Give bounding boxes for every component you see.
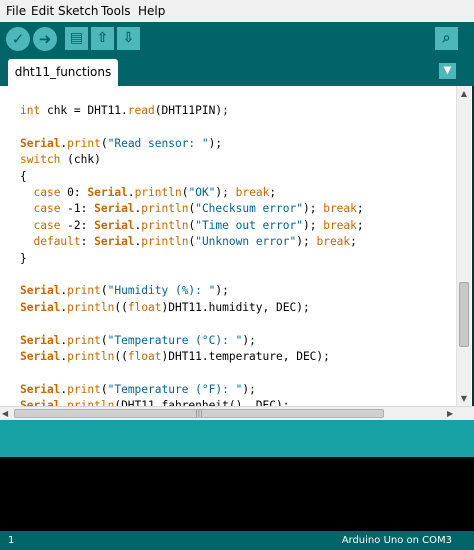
status-bar: 1 Arduino Uno on COM3 bbox=[0, 531, 474, 550]
code-editor[interactable]: int chk = DHT11.read(DHT11PIN); Serial.p… bbox=[0, 86, 474, 406]
menu-bar: File Edit Sketch Tools Help bbox=[0, 0, 474, 23]
scroll-right-arrow-icon[interactable]: ▶ bbox=[447, 407, 453, 420]
console-output[interactable] bbox=[0, 457, 474, 531]
scroll-down-arrow-icon[interactable]: ▼ bbox=[457, 391, 471, 406]
open-sketch-button[interactable]: ⇧ bbox=[91, 27, 114, 50]
tab-menu-chevron-down-icon[interactable]: ▼ bbox=[439, 63, 456, 79]
upload-button[interactable]: ➜ bbox=[33, 27, 57, 51]
menu-tools[interactable]: Tools bbox=[101, 4, 131, 18]
horizontal-scroll-thumb[interactable]: ||| bbox=[14, 409, 384, 418]
scroll-left-arrow-icon[interactable]: ◀ bbox=[2, 407, 8, 420]
scroll-up-arrow-icon[interactable]: ▲ bbox=[457, 86, 471, 101]
verify-button[interactable]: ✓ bbox=[6, 27, 30, 51]
line-number: 1 bbox=[8, 535, 15, 546]
toolbar: ✓ ➜ ▤ ⇧ ⇩ ⌕ bbox=[0, 22, 474, 57]
vertical-scroll-thumb[interactable] bbox=[459, 282, 469, 347]
new-sketch-button[interactable]: ▤ bbox=[65, 27, 88, 50]
vertical-scrollbar[interactable]: ▲ ▼ bbox=[456, 86, 471, 406]
menu-edit[interactable]: Edit bbox=[31, 4, 54, 18]
menu-file[interactable]: File bbox=[6, 4, 26, 18]
menu-sketch[interactable]: Sketch bbox=[58, 4, 98, 18]
horizontal-scrollbar[interactable]: ◀ ||| ▶ bbox=[0, 406, 474, 420]
message-area bbox=[0, 420, 474, 457]
tab-row: dht11_functions ▼ bbox=[0, 57, 474, 86]
save-sketch-button[interactable]: ⇩ bbox=[117, 27, 140, 50]
code-text[interactable]: int chk = DHT11.read(DHT11PIN); Serial.p… bbox=[20, 103, 364, 406]
board-port-label: Arduino Uno on COM3 bbox=[341, 535, 452, 546]
tab-dht11-functions[interactable]: dht11_functions bbox=[8, 59, 118, 86]
menu-help[interactable]: Help bbox=[138, 4, 165, 18]
serial-monitor-button[interactable]: ⌕ bbox=[435, 27, 458, 50]
